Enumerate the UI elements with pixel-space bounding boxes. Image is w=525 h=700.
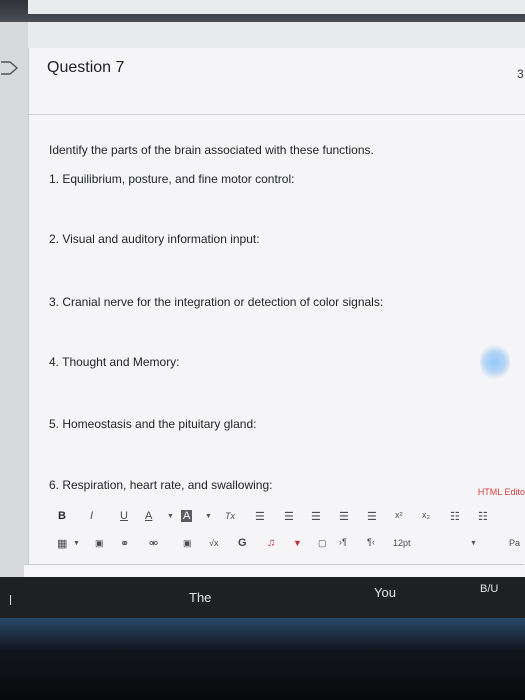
collapse-arrow-icon[interactable] bbox=[0, 60, 22, 76]
italic-button[interactable]: I bbox=[90, 510, 93, 522]
embed-media-icon[interactable]: ▣ bbox=[95, 538, 104, 549]
table-dropdown-icon[interactable]: ▼ bbox=[73, 540, 80, 547]
rich-text-editor-toolbar: HTML Editor B I U A ▼ A ▼ Tx ☰ ☰ ☰ ☰ ☰ x… bbox=[48, 487, 525, 557]
question-points: 3 bbox=[517, 67, 524, 81]
answer-text-area[interactable] bbox=[24, 564, 524, 577]
taskbar-item-biu[interactable]: B/U bbox=[480, 583, 498, 595]
toolbar-row-2: ▦ ▼ ▣ ⚭ ⚮ ▣ √x G ♫ ▼ ▢ ›¶ ¶‹ 12pt ▼ Pa bbox=[48, 537, 525, 555]
outdent-icon[interactable]: ☰ bbox=[367, 510, 377, 523]
question-item-5: 5. Homeostasis and the pituitary gland: bbox=[49, 417, 257, 431]
plugin-icon[interactable]: ♫ bbox=[267, 537, 275, 549]
question-prompt: Identify the parts of the brain associat… bbox=[49, 143, 374, 157]
font-color-dropdown-icon[interactable]: ▼ bbox=[167, 513, 174, 520]
clear-formatting-button[interactable]: Tx bbox=[225, 511, 235, 521]
link-icon[interactable]: ⚭ bbox=[120, 537, 129, 550]
bold-button[interactable]: B bbox=[58, 510, 66, 522]
ltr-text-direction-icon[interactable]: ›¶ bbox=[339, 537, 347, 547]
unlink-icon[interactable]: ⚮ bbox=[149, 537, 158, 550]
highlight-dropdown-icon[interactable]: ▼ bbox=[205, 513, 212, 520]
screen-glare bbox=[480, 342, 510, 382]
toolbar-row-1: B I U A ▼ A ▼ Tx ☰ ☰ ☰ ☰ ☰ x² x₂ ☷ ☷ bbox=[48, 510, 525, 528]
monitor-bezel bbox=[0, 618, 525, 700]
document-icon[interactable]: ▢ bbox=[318, 538, 327, 549]
image-icon[interactable]: ▣ bbox=[183, 538, 192, 549]
question-item-2: 2. Visual and auditory information input… bbox=[49, 232, 260, 246]
question-item-3: 3. Cranial nerve for the integration or … bbox=[49, 295, 384, 309]
superscript-button[interactable]: x² bbox=[395, 510, 403, 520]
numbered-list-icon[interactable]: ☷ bbox=[478, 510, 488, 523]
indent-icon[interactable]: ☰ bbox=[339, 510, 349, 523]
window-top-bar bbox=[0, 0, 525, 22]
taskbar-item-you[interactable]: You bbox=[374, 585, 396, 600]
question-item-4: 4. Thought and Memory: bbox=[49, 355, 180, 369]
bullet-list-icon[interactable]: ☷ bbox=[450, 510, 460, 523]
taskbar-item-the[interactable]: The bbox=[189, 590, 211, 605]
equation-icon[interactable]: √x bbox=[209, 538, 218, 548]
align-right-icon[interactable]: ☰ bbox=[311, 510, 321, 523]
subscript-button[interactable]: x₂ bbox=[422, 510, 430, 520]
question-header: Question 7 3 bbox=[29, 48, 525, 115]
taskbar-divider bbox=[10, 595, 11, 605]
font-color-button[interactable]: A bbox=[145, 510, 152, 522]
table-icon[interactable]: ▦ bbox=[57, 537, 67, 550]
font-size-select[interactable]: 12pt bbox=[393, 538, 411, 548]
browser-strip bbox=[28, 0, 525, 14]
quiz-screen: Question 7 3 Identify the parts of the b… bbox=[0, 22, 525, 577]
lti-icon[interactable]: ▼ bbox=[293, 538, 302, 548]
align-left-icon[interactable]: ☰ bbox=[255, 510, 265, 523]
rtl-text-direction-icon[interactable]: ¶‹ bbox=[367, 537, 375, 547]
html-editor-link[interactable]: HTML Editor bbox=[478, 487, 525, 497]
left-gutter bbox=[0, 22, 28, 577]
taskbar: The You B/U bbox=[0, 577, 525, 618]
media-icon[interactable]: G bbox=[238, 537, 247, 549]
align-center-icon[interactable]: ☰ bbox=[284, 510, 294, 523]
font-size-dropdown-icon[interactable]: ▼ bbox=[470, 540, 477, 547]
highlight-color-button[interactable]: A bbox=[181, 510, 193, 522]
question-title: Question 7 bbox=[47, 59, 125, 76]
paragraph-select[interactable]: Pa bbox=[509, 538, 520, 548]
underline-button[interactable]: U bbox=[120, 510, 128, 522]
question-item-1: 1. Equilibrium, posture, and fine motor … bbox=[49, 172, 295, 186]
